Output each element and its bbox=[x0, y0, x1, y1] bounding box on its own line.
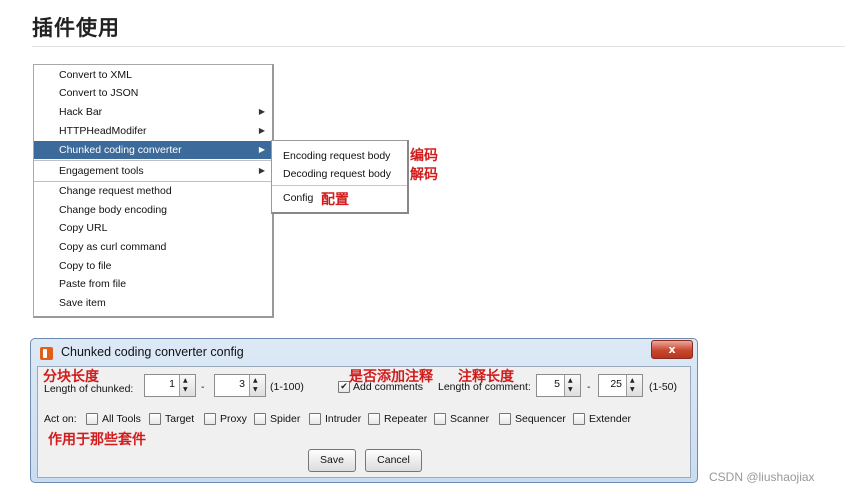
tool-checkbox-scanner[interactable] bbox=[434, 413, 446, 425]
menu-item-label: Convert to XML bbox=[59, 69, 132, 81]
menu-item-label: HTTPHeadModifer bbox=[59, 125, 147, 137]
annotation-decode: 解码 bbox=[410, 167, 438, 183]
tool-label-spider: Spider bbox=[270, 413, 301, 425]
act-on-label: Act on: bbox=[44, 413, 77, 425]
menu-item-change-request-method[interactable]: Change request method bbox=[34, 182, 272, 200]
range-dash: - bbox=[201, 381, 205, 393]
menu-item-convert-xml[interactable]: Convert to XML bbox=[34, 66, 272, 84]
spin-up-icon[interactable]: ▲ bbox=[183, 378, 188, 384]
spin-up-icon[interactable]: ▲ bbox=[630, 378, 635, 384]
menu-item-change-body-encoding[interactable]: Change body encoding bbox=[34, 201, 272, 219]
menu-item-label: Copy to file bbox=[59, 260, 112, 272]
annotation-encode: 编码 bbox=[410, 148, 438, 164]
spinner-buttons[interactable]: ▲ ▼ bbox=[564, 375, 580, 396]
comment-max-spinner[interactable]: 25 ▲ ▼ bbox=[598, 374, 643, 397]
submenu-arrow-icon: ▶ bbox=[258, 107, 265, 116]
comment-range-hint: (1-50) bbox=[649, 381, 678, 393]
cancel-button[interactable]: Cancel bbox=[365, 449, 422, 472]
chunk-max-spinner[interactable]: 3 ▲ ▼ bbox=[214, 374, 266, 397]
spinner-buttons[interactable]: ▲ ▼ bbox=[249, 375, 265, 396]
tool-checkbox-sequencer[interactable] bbox=[499, 413, 511, 425]
menu-item-copy-to-file[interactable]: Copy to file bbox=[34, 257, 272, 275]
tool-label-sequencer: Sequencer bbox=[515, 413, 566, 425]
tool-checkbox-repeater[interactable] bbox=[368, 413, 380, 425]
menu-item-save-item[interactable]: Save item bbox=[34, 294, 272, 312]
tool-label-extender: Extender bbox=[589, 413, 632, 425]
watermark: CSDN @liushaojiax bbox=[709, 470, 815, 484]
tool-checkbox-spider[interactable] bbox=[254, 413, 266, 425]
spin-down-icon[interactable]: ▼ bbox=[183, 387, 188, 393]
spinner-buttons[interactable]: ▲ ▼ bbox=[626, 375, 642, 396]
comment-min-spinner[interactable]: 5 ▲ ▼ bbox=[536, 374, 581, 397]
submenu-arrow-icon: ▶ bbox=[258, 126, 265, 135]
menu-item-httpheadmodifer[interactable]: HTTPHeadModifer ▶ bbox=[34, 122, 272, 140]
burp-app-icon bbox=[40, 347, 53, 360]
close-button[interactable]: x bbox=[651, 340, 693, 359]
menu-item-label: Copy as curl command bbox=[59, 241, 167, 253]
menu-item-label: Change request method bbox=[59, 185, 172, 197]
tool-checkbox-target[interactable] bbox=[149, 413, 161, 425]
spin-down-icon[interactable]: ▼ bbox=[630, 387, 635, 393]
spinner-value: 1 bbox=[169, 378, 175, 390]
spin-up-icon[interactable]: ▲ bbox=[253, 378, 258, 384]
spin-up-icon[interactable]: ▲ bbox=[568, 378, 573, 384]
menu-item-copy-url[interactable]: Copy URL bbox=[34, 219, 272, 237]
submenu-item-encoding[interactable]: Encoding request body bbox=[283, 147, 390, 165]
submenu-item-decoding[interactable]: Decoding request body bbox=[283, 165, 391, 183]
menu-item-label: Engagement tools bbox=[59, 165, 144, 177]
submenu-item-config[interactable]: Config bbox=[283, 189, 313, 207]
menu-item-label: Paste from file bbox=[59, 278, 127, 290]
spinner-value: 3 bbox=[239, 378, 245, 390]
article-heading: 插件使用 bbox=[32, 16, 120, 40]
tool-label-all-tools: All Tools bbox=[102, 413, 141, 425]
annotation-add-comments: 是否添加注释 bbox=[349, 369, 433, 385]
spinner-buttons[interactable]: ▲ ▼ bbox=[179, 375, 195, 396]
tool-checkbox-proxy[interactable] bbox=[204, 413, 216, 425]
dialog-title: Chunked coding converter config bbox=[61, 345, 244, 359]
tool-label-scanner: Scanner bbox=[450, 413, 490, 425]
menu-item-convert-json[interactable]: Convert to JSON bbox=[34, 84, 272, 102]
submenu-separator bbox=[272, 185, 407, 186]
tool-label-intruder: Intruder bbox=[325, 413, 362, 425]
menu-item-label: Hack Bar bbox=[59, 106, 103, 118]
spin-down-icon[interactable]: ▼ bbox=[568, 387, 573, 393]
spinner-value: 5 bbox=[554, 378, 560, 390]
menu-separator bbox=[34, 160, 272, 161]
menu-item-hack-bar[interactable]: Hack Bar ▶ bbox=[34, 103, 272, 121]
menu-item-label: Copy URL bbox=[59, 222, 108, 234]
submenu-arrow-icon: ▶ bbox=[258, 145, 265, 154]
menu-item-label: Change body encoding bbox=[59, 204, 168, 216]
spin-down-icon[interactable]: ▼ bbox=[253, 387, 258, 393]
tool-label-target: Target bbox=[165, 413, 195, 425]
chunk-min-spinner[interactable]: 1 ▲ ▼ bbox=[144, 374, 196, 397]
spinner-value: 25 bbox=[610, 378, 622, 390]
tool-label-repeater: Repeater bbox=[384, 413, 428, 425]
menu-item-label: Save item bbox=[59, 297, 106, 309]
menu-item-engagement-tools[interactable]: Engagement tools ▶ bbox=[34, 162, 272, 180]
menu-item-chunked-coding-converter[interactable]: Chunked coding converter ▶ bbox=[34, 141, 272, 159]
menu-item-label: Convert to JSON bbox=[59, 87, 139, 99]
save-button[interactable]: Save bbox=[308, 449, 356, 472]
tool-checkbox-intruder[interactable] bbox=[309, 413, 321, 425]
tool-label-proxy: Proxy bbox=[220, 413, 247, 425]
annotation-config: 配置 bbox=[321, 192, 349, 208]
menu-item-paste-from-file[interactable]: Paste from file bbox=[34, 275, 272, 293]
annotation-comment-length: 注释长度 bbox=[458, 369, 514, 385]
tool-checkbox-extender[interactable] bbox=[573, 413, 585, 425]
heading-divider bbox=[32, 46, 845, 47]
context-menu: Convert to XML Convert to JSON Hack Bar ▶… bbox=[33, 64, 274, 318]
menu-item-label: Chunked coding converter bbox=[59, 144, 182, 156]
tool-checkbox-all-tools[interactable] bbox=[86, 413, 98, 425]
menu-item-copy-as-curl[interactable]: Copy as curl command bbox=[34, 238, 272, 256]
range-dash: - bbox=[587, 381, 591, 393]
config-dialog: Chunked coding converter config x Length… bbox=[30, 338, 698, 483]
chunk-range-hint: (1-100) bbox=[270, 381, 304, 393]
submenu-arrow-icon: ▶ bbox=[258, 166, 265, 175]
annotation-act-on: 作用于那些套件 bbox=[48, 432, 146, 448]
annotation-chunk-length: 分块长度 bbox=[43, 369, 99, 385]
